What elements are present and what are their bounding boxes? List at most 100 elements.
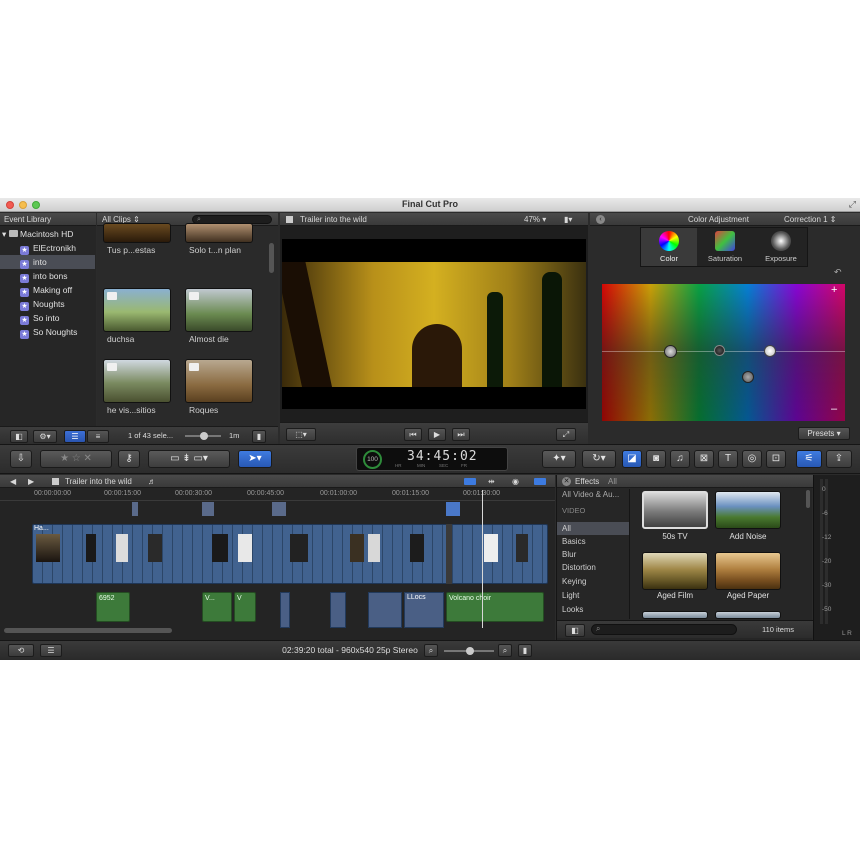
event-item-selected[interactable]: ★ into xyxy=(0,255,95,269)
library-toggle-button[interactable]: ◧ xyxy=(10,430,28,443)
back-arrow-icon[interactable]: ‹ xyxy=(596,215,605,224)
solo-icon[interactable]: ◉ xyxy=(512,475,519,488)
connected-clip[interactable] xyxy=(368,592,402,628)
clip-thumbnail[interactable] xyxy=(185,288,253,332)
keyword-button[interactable]: ⚷ xyxy=(118,450,140,468)
effects-category[interactable]: Light xyxy=(562,589,579,602)
effects-category[interactable]: All xyxy=(562,522,571,535)
effects-filter[interactable]: All Video & Au... xyxy=(562,490,619,499)
zoom-out-icon[interactable]: ⌕ xyxy=(424,644,438,657)
tab-saturation[interactable]: Saturation xyxy=(697,228,753,266)
reset-icon[interactable]: ↶ xyxy=(834,267,842,278)
clip-appearance-button[interactable]: ▮ xyxy=(518,644,532,657)
action-gear-button[interactable]: ⚙▾ xyxy=(33,430,57,443)
clip-thumbnail[interactable] xyxy=(185,223,253,243)
transform-button[interactable]: ⬚▾ xyxy=(286,428,316,441)
event-item[interactable]: ★ Noughts xyxy=(20,297,65,311)
generators-browser-button[interactable]: ◎ xyxy=(742,450,762,468)
slider-knob[interactable] xyxy=(466,647,474,655)
play-button[interactable]: ▶ xyxy=(428,428,446,441)
midtones-puck[interactable] xyxy=(742,371,754,383)
drive-item[interactable]: ▾ Macintosh HD xyxy=(2,227,73,241)
audio-icon[interactable]: ♬ xyxy=(148,475,156,488)
event-item[interactable]: ★ So into xyxy=(20,311,59,325)
retime-button[interactable]: ↻▾ xyxy=(582,450,616,468)
connected-clip[interactable] xyxy=(330,592,346,628)
video-frame[interactable] xyxy=(282,262,586,387)
event-item[interactable]: ★ Making off xyxy=(20,283,72,297)
effects-search-input[interactable]: ⌕ xyxy=(591,624,737,635)
photo-browser-button[interactable]: ◙ xyxy=(646,450,666,468)
clip-zoom-slider[interactable] xyxy=(185,432,221,440)
titles-browser-button[interactable]: T xyxy=(718,450,738,468)
event-item[interactable]: ★ into bons xyxy=(20,269,68,283)
connected-clip[interactable] xyxy=(446,502,460,516)
transitions-browser-button[interactable]: ⊠ xyxy=(694,450,714,468)
clip-skimming-icon[interactable] xyxy=(464,478,476,485)
global-puck[interactable] xyxy=(664,345,677,358)
slider-knob[interactable] xyxy=(200,432,208,440)
effect-thumbnail[interactable] xyxy=(642,611,708,619)
effect-thumbnail[interactable] xyxy=(715,611,781,619)
correction-dropdown[interactable]: Correction 1 ⇕ xyxy=(784,213,837,226)
close-icon[interactable]: ✕ xyxy=(562,477,571,486)
timeline-zoom-slider[interactable] xyxy=(444,647,494,655)
select-tool-button[interactable]: ➤▾ xyxy=(238,450,272,468)
back-icon[interactable]: ◀ xyxy=(10,475,16,488)
effects-category[interactable]: Looks xyxy=(562,603,583,616)
timecode-display[interactable]: 34:45:02 xyxy=(407,449,478,464)
zoom-in-icon[interactable]: ⌕ xyxy=(498,644,512,657)
connected-clip[interactable]: LLocs xyxy=(404,592,444,628)
audio-clip[interactable]: V... xyxy=(202,592,232,622)
effects-category[interactable]: Keying xyxy=(562,575,586,588)
connected-clip[interactable] xyxy=(132,502,138,516)
audio-clip[interactable]: Volcano choir xyxy=(446,592,544,622)
enhance-button[interactable]: ✦▾ xyxy=(542,450,576,468)
tab-color[interactable]: Color xyxy=(641,228,697,266)
audio-clip[interactable]: 6952 xyxy=(96,592,130,622)
effects-category[interactable]: Basics xyxy=(562,535,586,548)
import-button[interactable]: ⇩ xyxy=(10,450,32,468)
connected-clip[interactable] xyxy=(280,592,290,628)
color-board[interactable]: + – xyxy=(602,284,845,421)
connected-clip[interactable] xyxy=(272,502,286,516)
fullscreen-viewer-button[interactable]: ⤢ xyxy=(556,428,576,441)
audio-skimming-icon[interactable]: ⇹ xyxy=(488,475,495,488)
snapping-icon[interactable] xyxy=(534,478,546,485)
tab-exposure[interactable]: Exposure xyxy=(753,228,809,266)
clip-thumbnail[interactable] xyxy=(103,223,171,243)
forward-icon[interactable]: ▶ xyxy=(28,475,34,488)
viewer-options-icon[interactable]: ▮▾ xyxy=(564,213,572,226)
effects-sidebar-toggle[interactable]: ◧ xyxy=(565,624,585,637)
filmstrip-view-button[interactable]: ☰ xyxy=(64,430,86,443)
edit-buttons[interactable]: ▭ ⇟ ▭▾ xyxy=(148,450,230,468)
rating-buttons[interactable]: ★ ☆ ✕ xyxy=(40,450,112,468)
clip-thumbnail[interactable] xyxy=(103,288,171,332)
playhead[interactable] xyxy=(482,490,483,628)
presets-button[interactable]: Presets ▾ xyxy=(798,427,850,440)
audio-clip[interactable]: V xyxy=(234,592,256,622)
go-to-end-button[interactable]: ⏭ xyxy=(452,428,470,441)
clip-settings-button[interactable]: ▮ xyxy=(252,430,266,443)
effect-thumbnail-50s-tv[interactable] xyxy=(642,491,708,529)
effects-category[interactable]: Blur xyxy=(562,548,576,561)
connected-clip[interactable] xyxy=(202,502,214,516)
event-item[interactable]: ★ So Noughts xyxy=(20,325,77,339)
gap-clip[interactable] xyxy=(446,524,452,584)
clip-thumbnail[interactable] xyxy=(185,359,253,403)
zoom-level[interactable]: 47% ▾ xyxy=(524,213,546,226)
go-to-start-button[interactable]: ⏮ xyxy=(404,428,422,441)
timeline-scrollbar[interactable] xyxy=(4,628,172,633)
effects-browser-button[interactable]: ◪ xyxy=(622,450,642,468)
shadows-puck[interactable] xyxy=(714,345,725,356)
music-browser-button[interactable]: ♫ xyxy=(670,450,690,468)
clip-thumbnail[interactable] xyxy=(103,359,171,403)
share-button[interactable]: ⇪ xyxy=(826,450,852,468)
inspector-toggle-button[interactable]: ⚟ xyxy=(796,450,822,468)
list-view-button[interactable]: ≡ xyxy=(87,430,109,443)
effects-category[interactable]: Distortion xyxy=(562,561,596,574)
effect-thumbnail-add-noise[interactable] xyxy=(715,491,781,529)
highlights-puck[interactable] xyxy=(764,345,776,357)
event-item[interactable]: ★ ElEctronikh xyxy=(20,241,76,255)
fullscreen-icon[interactable]: ⤢ xyxy=(849,199,856,210)
